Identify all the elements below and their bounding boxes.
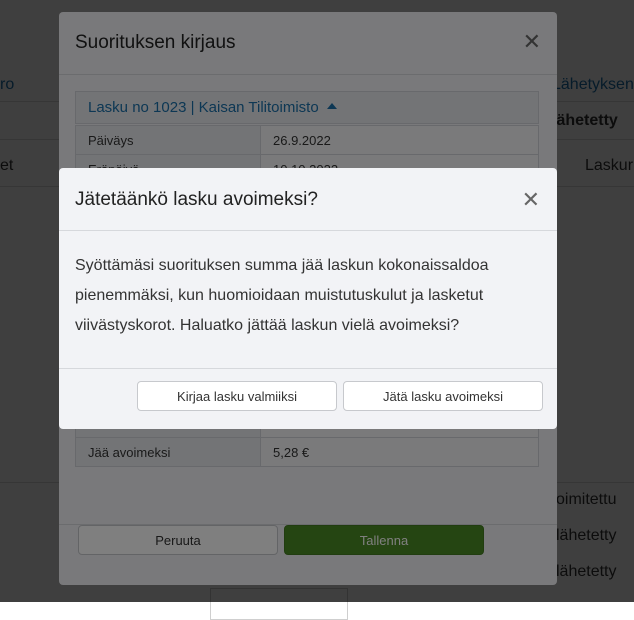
mark-complete-button[interactable]: Kirjaa lasku valmiiksi bbox=[137, 381, 337, 411]
dialog-message: Syöttämäsi suorituksen summa jää laskun … bbox=[75, 257, 489, 334]
close-icon[interactable]: ✕ bbox=[522, 189, 540, 211]
dialog-footer-divider bbox=[59, 368, 557, 369]
dialog-title: Jätetäänkö lasku avoimeksi? bbox=[75, 189, 318, 210]
leave-open-button[interactable]: Jätä lasku avoimeksi bbox=[343, 381, 543, 411]
dialog-header-divider bbox=[59, 230, 557, 231]
